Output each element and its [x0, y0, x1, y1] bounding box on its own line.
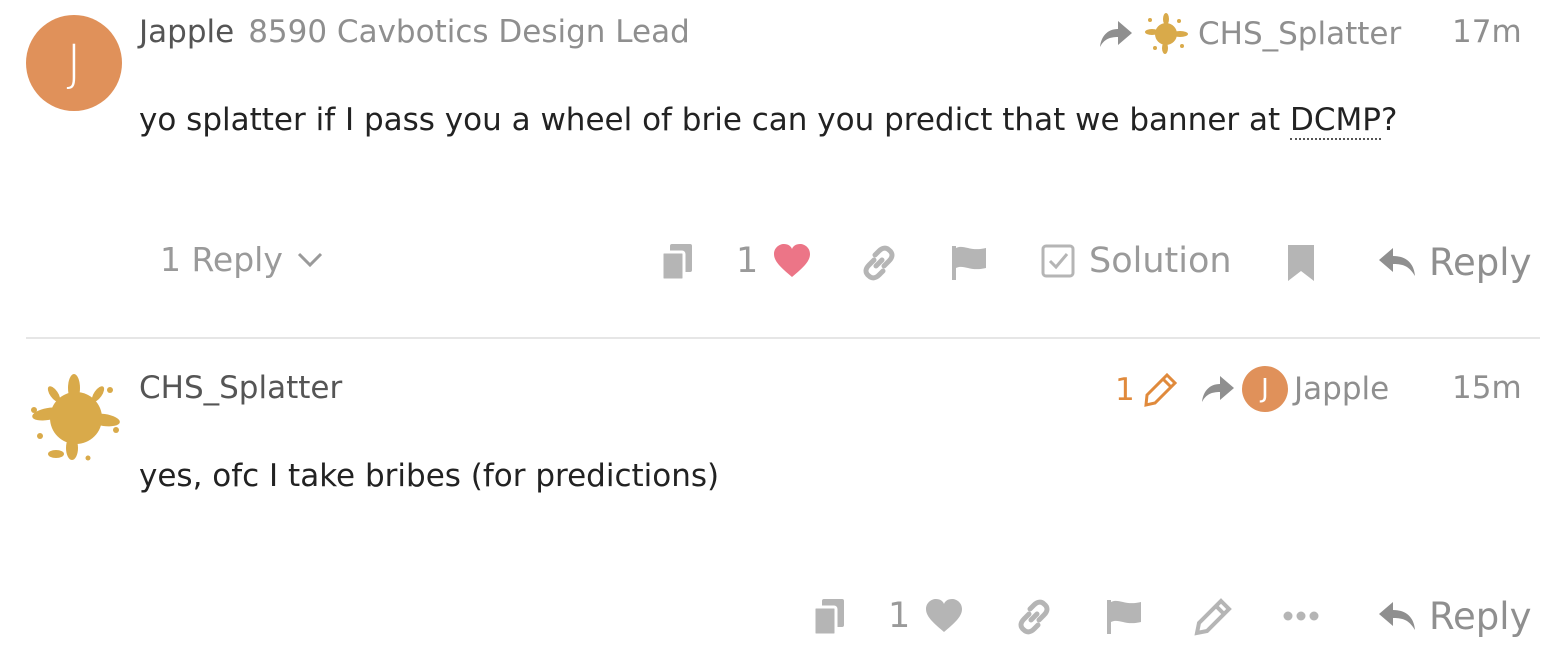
- username[interactable]: CHS_Splatter: [139, 370, 342, 406]
- reply-button[interactable]: Reply: [1377, 241, 1531, 284]
- reply-to-tab[interactable]: CHS_Splatter: [1098, 10, 1401, 58]
- reply-arrow-icon: [1377, 600, 1417, 634]
- post-time[interactable]: 17m: [1452, 14, 1522, 50]
- like-button[interactable]: 1: [888, 596, 964, 636]
- like-button[interactable]: 1: [736, 241, 812, 281]
- more-options-icon[interactable]: [1283, 610, 1319, 622]
- copy-icon[interactable]: [812, 597, 846, 637]
- solution-button[interactable]: Solution: [1041, 241, 1232, 281]
- reply-to-username: Japple: [1294, 371, 1390, 407]
- copy-icon[interactable]: [660, 242, 694, 282]
- reply-to-tab[interactable]: J Japple: [1200, 366, 1389, 412]
- heart-icon: [924, 598, 964, 634]
- post-body: yes, ofc I take bribes (for predictions): [139, 458, 720, 494]
- like-count: 1: [736, 241, 759, 281]
- flag-icon[interactable]: [1105, 598, 1143, 636]
- avatar[interactable]: [26, 370, 124, 466]
- avatar[interactable]: J: [26, 15, 122, 111]
- share-arrow-icon: [1098, 19, 1134, 49]
- post-body: yo splatter if I pass you a wheel of bri…: [139, 102, 1398, 140]
- user-title: 8590 Cavbotics Design Lead: [248, 14, 690, 50]
- reply-button[interactable]: Reply: [1377, 595, 1531, 638]
- reply-to-avatar: J: [1242, 366, 1288, 412]
- edit-count: 1: [1115, 372, 1135, 408]
- link-icon[interactable]: [1015, 598, 1053, 636]
- reply-arrow-icon: [1377, 246, 1417, 280]
- heart-icon: [772, 243, 812, 279]
- pencil-icon: [1143, 373, 1177, 407]
- checkbox-icon: [1041, 244, 1075, 278]
- abbreviation-dcmp[interactable]: DCMP: [1290, 102, 1381, 140]
- like-count: 1: [888, 596, 911, 636]
- share-arrow-icon: [1200, 374, 1236, 404]
- post-time[interactable]: 15m: [1452, 370, 1522, 406]
- post-divider: [26, 337, 1540, 339]
- bookmark-icon[interactable]: [1286, 243, 1316, 283]
- reply-to-username: CHS_Splatter: [1198, 16, 1402, 52]
- flag-icon[interactable]: [950, 244, 988, 282]
- splatter-avatar-icon: [1142, 10, 1190, 58]
- pencil-icon[interactable]: [1194, 598, 1232, 636]
- post-header: Japple 8590 Cavbotics Design Lead: [139, 14, 690, 50]
- show-replies-button[interactable]: 1 Reply: [160, 240, 323, 279]
- username[interactable]: Japple: [139, 14, 234, 50]
- link-icon[interactable]: [860, 244, 898, 282]
- chevron-down-icon: [297, 252, 323, 268]
- edit-history-button[interactable]: 1: [1115, 372, 1177, 408]
